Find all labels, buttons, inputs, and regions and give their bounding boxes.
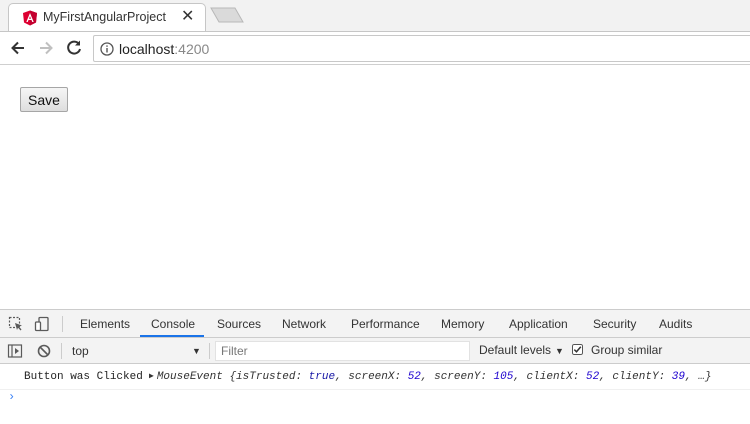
toolbar-separator xyxy=(209,343,210,359)
group-similar-checkbox[interactable] xyxy=(572,344,583,355)
prop-value: 105 xyxy=(493,371,514,383)
browser-tab[interactable]: MyFirstAngularProject ✕ xyxy=(8,3,206,32)
tab-audits[interactable]: Audits xyxy=(659,317,692,331)
forward-icon[interactable] xyxy=(36,38,56,58)
new-tab-button[interactable] xyxy=(210,7,244,23)
prop-key: clientY xyxy=(612,371,659,383)
reload-icon[interactable] xyxy=(64,38,84,58)
device-toolbar-icon[interactable] xyxy=(34,316,50,332)
url-text: localhost:4200 xyxy=(119,41,209,57)
log-levels-dropdown[interactable]: Default levels ▼ xyxy=(479,343,564,357)
prop-key: isTrusted xyxy=(236,371,296,383)
toolbar-separator xyxy=(62,316,63,332)
url-host: localhost xyxy=(119,41,175,57)
tab-strip: MyFirstAngularProject ✕ xyxy=(0,0,750,32)
devtools-tab-bar: Elements Console Sources Network Perform… xyxy=(0,309,750,338)
tab-application[interactable]: Application xyxy=(509,317,568,331)
active-tab-indicator xyxy=(140,335,204,337)
info-icon[interactable] xyxy=(100,42,114,56)
expand-triangle-icon[interactable]: ▶ xyxy=(149,372,154,381)
browser-toolbar: localhost:4200 xyxy=(0,31,750,64)
prop-key: clientX xyxy=(526,371,573,383)
prop-value: 39 xyxy=(671,371,685,383)
devtools-panel: Elements Console Sources Network Perform… xyxy=(0,309,750,424)
tab-elements[interactable]: Elements xyxy=(80,317,130,331)
clear-console-icon[interactable] xyxy=(36,343,52,359)
url-port: :4200 xyxy=(174,41,210,57)
log-message-text: Button was Clicked xyxy=(24,371,143,383)
back-icon[interactable] xyxy=(8,38,28,58)
inspect-element-icon[interactable] xyxy=(8,316,24,332)
prop-value: 52 xyxy=(407,371,421,383)
console-filter-input[interactable] xyxy=(215,341,470,361)
console-prompt-icon[interactable]: › xyxy=(8,390,15,404)
execution-context-select[interactable]: top ▼ xyxy=(66,342,206,360)
chevron-down-icon: ▼ xyxy=(192,346,201,356)
tab-memory[interactable]: Memory xyxy=(441,317,484,331)
prop-value: 52 xyxy=(585,371,600,383)
address-bar[interactable]: localhost:4200 xyxy=(93,35,750,62)
tab-title: MyFirstAngularProject xyxy=(43,10,166,24)
prop-key: screenX xyxy=(348,371,395,383)
tab-performance[interactable]: Performance xyxy=(351,317,420,331)
page-viewport: Save xyxy=(0,65,750,309)
group-similar-label: Group similar xyxy=(591,343,663,357)
tab-security[interactable]: Security xyxy=(593,317,636,331)
execution-context-value: top xyxy=(72,344,89,358)
console-message-row: Button was Clicked ▶ MouseEvent {isTruste… xyxy=(0,364,750,390)
tab-sources[interactable]: Sources xyxy=(217,317,261,331)
chevron-down-icon: ▼ xyxy=(555,346,564,356)
console-output: Button was Clicked ▶ MouseEvent {isTruste… xyxy=(0,364,750,424)
angular-icon xyxy=(23,10,37,26)
save-button[interactable]: Save xyxy=(20,87,68,112)
tab-console[interactable]: Console xyxy=(151,317,195,331)
tab-close-button[interactable]: ✕ xyxy=(181,7,194,27)
console-toolbar: top ▼ Default levels▼ Group similar xyxy=(0,338,750,364)
object-ellipsis: … xyxy=(698,371,705,383)
toolbar-separator xyxy=(61,343,62,359)
tab-network[interactable]: Network xyxy=(282,317,326,331)
show-sidebar-icon[interactable] xyxy=(7,343,23,359)
prop-key: screenY xyxy=(434,371,481,383)
log-levels-label: Default levels xyxy=(479,343,552,357)
prop-value: true xyxy=(308,371,336,383)
object-name: MouseEvent xyxy=(156,371,223,383)
log-object-preview[interactable]: ▶ MouseEvent {isTrusted: true, screenX: 5… xyxy=(149,371,711,383)
